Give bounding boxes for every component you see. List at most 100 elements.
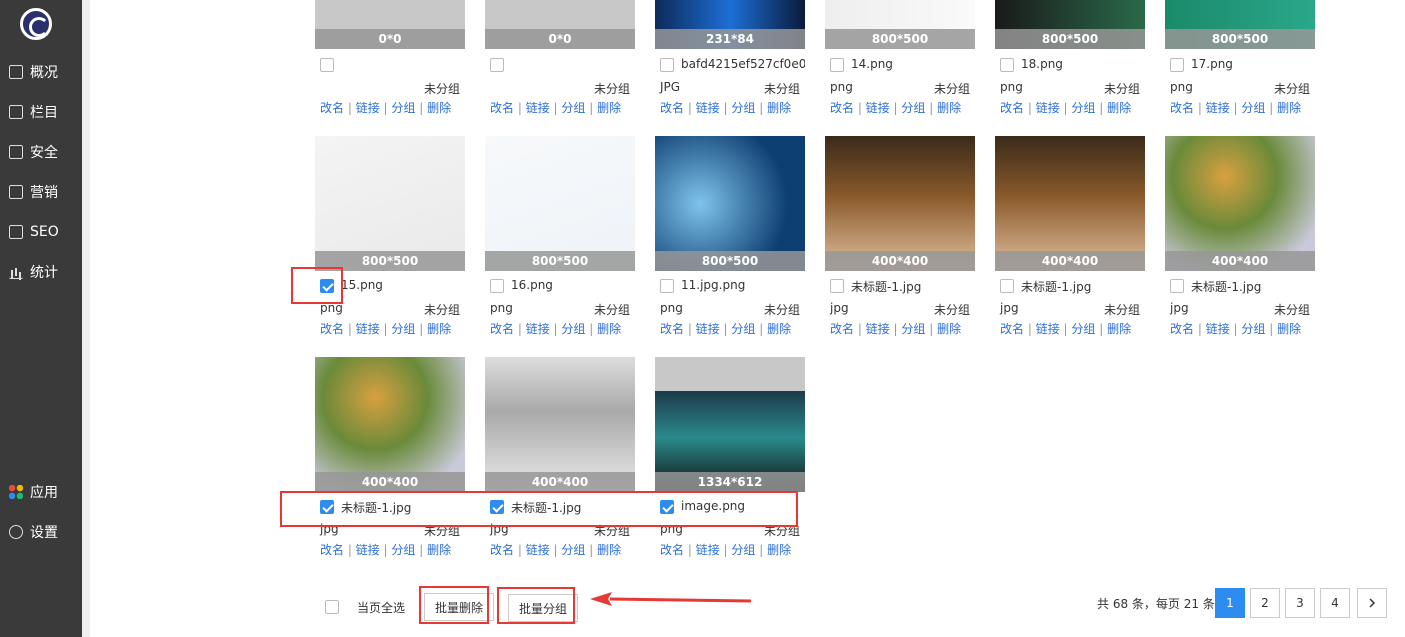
copy-link[interactable]: 链接 xyxy=(526,322,550,336)
group-link[interactable]: 分组 xyxy=(901,322,925,336)
group-link[interactable]: 分组 xyxy=(391,101,415,115)
image-checkbox[interactable] xyxy=(320,279,334,293)
page-button-3[interactable]: 3 xyxy=(1285,588,1315,618)
image-checkbox[interactable] xyxy=(660,58,674,72)
image-thumbnail[interactable]: 800*500 xyxy=(315,136,465,271)
rename-link[interactable]: 改名 xyxy=(490,101,514,115)
group-link[interactable]: 分组 xyxy=(901,101,925,115)
rename-link[interactable]: 改名 xyxy=(1000,322,1024,336)
page-button-4[interactable]: 4 xyxy=(1320,588,1350,618)
image-thumbnail[interactable]: 1334*612 xyxy=(655,357,805,492)
copy-link[interactable]: 链接 xyxy=(696,101,720,115)
copy-link[interactable]: 链接 xyxy=(1036,322,1060,336)
image-thumbnail[interactable]: 400*400 xyxy=(995,136,1145,271)
image-checkbox[interactable] xyxy=(320,58,334,72)
delete-link[interactable]: 删除 xyxy=(767,543,791,557)
delete-link[interactable]: 删除 xyxy=(427,101,451,115)
group-link[interactable]: 分组 xyxy=(391,322,415,336)
image-checkbox[interactable] xyxy=(830,279,844,293)
group-link[interactable]: 分组 xyxy=(561,543,585,557)
image-thumbnail[interactable]: 400*400 xyxy=(1165,136,1315,271)
image-thumbnail[interactable]: 231*84 xyxy=(655,0,805,49)
delete-link[interactable]: 删除 xyxy=(1107,322,1131,336)
group-link[interactable]: 分组 xyxy=(731,101,755,115)
image-checkbox[interactable] xyxy=(1000,58,1014,72)
image-checkbox[interactable] xyxy=(1000,279,1014,293)
image-thumbnail[interactable]: 800*500 xyxy=(995,0,1145,49)
copy-link[interactable]: 链接 xyxy=(1206,101,1230,115)
group-link[interactable]: 分组 xyxy=(731,543,755,557)
sidebar-item-columns[interactable]: 栏目 xyxy=(0,97,82,127)
copy-link[interactable]: 链接 xyxy=(866,101,890,115)
rename-link[interactable]: 改名 xyxy=(660,543,684,557)
copy-link[interactable]: 链接 xyxy=(696,543,720,557)
group-link[interactable]: 分组 xyxy=(731,322,755,336)
rename-link[interactable]: 改名 xyxy=(320,543,344,557)
delete-link[interactable]: 删除 xyxy=(1107,101,1131,115)
delete-link[interactable]: 删除 xyxy=(937,101,961,115)
rename-link[interactable]: 改名 xyxy=(320,322,344,336)
group-link[interactable]: 分组 xyxy=(561,322,585,336)
group-link[interactable]: 分组 xyxy=(1071,101,1095,115)
image-thumbnail[interactable]: 0*0 xyxy=(485,0,635,49)
copy-link[interactable]: 链接 xyxy=(356,322,380,336)
next-page-button[interactable] xyxy=(1357,588,1387,618)
image-thumbnail[interactable]: 800*500 xyxy=(485,136,635,271)
sidebar-item-marketing[interactable]: 营销 xyxy=(0,177,82,207)
delete-link[interactable]: 删除 xyxy=(1277,101,1301,115)
image-thumbnail[interactable]: 0*0 xyxy=(315,0,465,49)
group-link[interactable]: 分组 xyxy=(1241,101,1265,115)
rename-link[interactable]: 改名 xyxy=(1000,101,1024,115)
sidebar-item-seo[interactable]: SEO xyxy=(0,217,82,247)
copy-link[interactable]: 链接 xyxy=(866,322,890,336)
copy-link[interactable]: 链接 xyxy=(526,101,550,115)
sidebar-item-overview[interactable]: 概况 xyxy=(0,57,82,87)
image-checkbox[interactable] xyxy=(660,279,674,293)
copy-link[interactable]: 链接 xyxy=(356,101,380,115)
image-thumbnail[interactable]: 800*500 xyxy=(825,0,975,49)
image-checkbox[interactable] xyxy=(1170,58,1184,72)
delete-link[interactable]: 删除 xyxy=(427,543,451,557)
rename-link[interactable]: 改名 xyxy=(1170,101,1194,115)
image-thumbnail[interactable]: 800*500 xyxy=(655,136,805,271)
delete-link[interactable]: 删除 xyxy=(767,101,791,115)
delete-link[interactable]: 删除 xyxy=(597,322,621,336)
delete-link[interactable]: 删除 xyxy=(767,322,791,336)
group-link[interactable]: 分组 xyxy=(1071,322,1095,336)
image-thumbnail[interactable]: 800*500 xyxy=(1165,0,1315,49)
image-checkbox[interactable] xyxy=(490,500,504,514)
image-checkbox[interactable] xyxy=(830,58,844,72)
copy-link[interactable]: 链接 xyxy=(356,543,380,557)
sidebar-item-stats[interactable]: 统计 xyxy=(0,257,82,287)
group-link[interactable]: 分组 xyxy=(1241,322,1265,336)
image-thumbnail[interactable]: 400*400 xyxy=(485,357,635,492)
rename-link[interactable]: 改名 xyxy=(830,322,854,336)
copy-link[interactable]: 链接 xyxy=(1036,101,1060,115)
image-checkbox[interactable] xyxy=(320,500,334,514)
image-checkbox[interactable] xyxy=(1170,279,1184,293)
batch-delete-button[interactable]: 批量删除 xyxy=(424,593,495,621)
group-link[interactable]: 分组 xyxy=(561,101,585,115)
batch-group-button[interactable]: 批量分组 xyxy=(508,594,579,622)
rename-link[interactable]: 改名 xyxy=(490,322,514,336)
rename-link[interactable]: 改名 xyxy=(490,543,514,557)
copy-link[interactable]: 链接 xyxy=(1206,322,1230,336)
group-link[interactable]: 分组 xyxy=(391,543,415,557)
sidebar-item-apps[interactable]: 应用 xyxy=(0,477,82,507)
sidebar-item-security[interactable]: 安全 xyxy=(0,137,82,167)
delete-link[interactable]: 删除 xyxy=(937,322,961,336)
logo[interactable] xyxy=(20,8,52,40)
rename-link[interactable]: 改名 xyxy=(660,322,684,336)
copy-link[interactable]: 链接 xyxy=(696,322,720,336)
delete-link[interactable]: 删除 xyxy=(427,322,451,336)
sidebar-item-settings[interactable]: 设置 xyxy=(0,517,82,547)
rename-link[interactable]: 改名 xyxy=(1170,322,1194,336)
image-checkbox[interactable] xyxy=(490,58,504,72)
rename-link[interactable]: 改名 xyxy=(660,101,684,115)
page-button-1[interactable]: 1 xyxy=(1215,588,1245,618)
delete-link[interactable]: 删除 xyxy=(597,543,621,557)
rename-link[interactable]: 改名 xyxy=(320,101,344,115)
image-thumbnail[interactable]: 400*400 xyxy=(825,136,975,271)
rename-link[interactable]: 改名 xyxy=(830,101,854,115)
image-checkbox[interactable] xyxy=(490,279,504,293)
